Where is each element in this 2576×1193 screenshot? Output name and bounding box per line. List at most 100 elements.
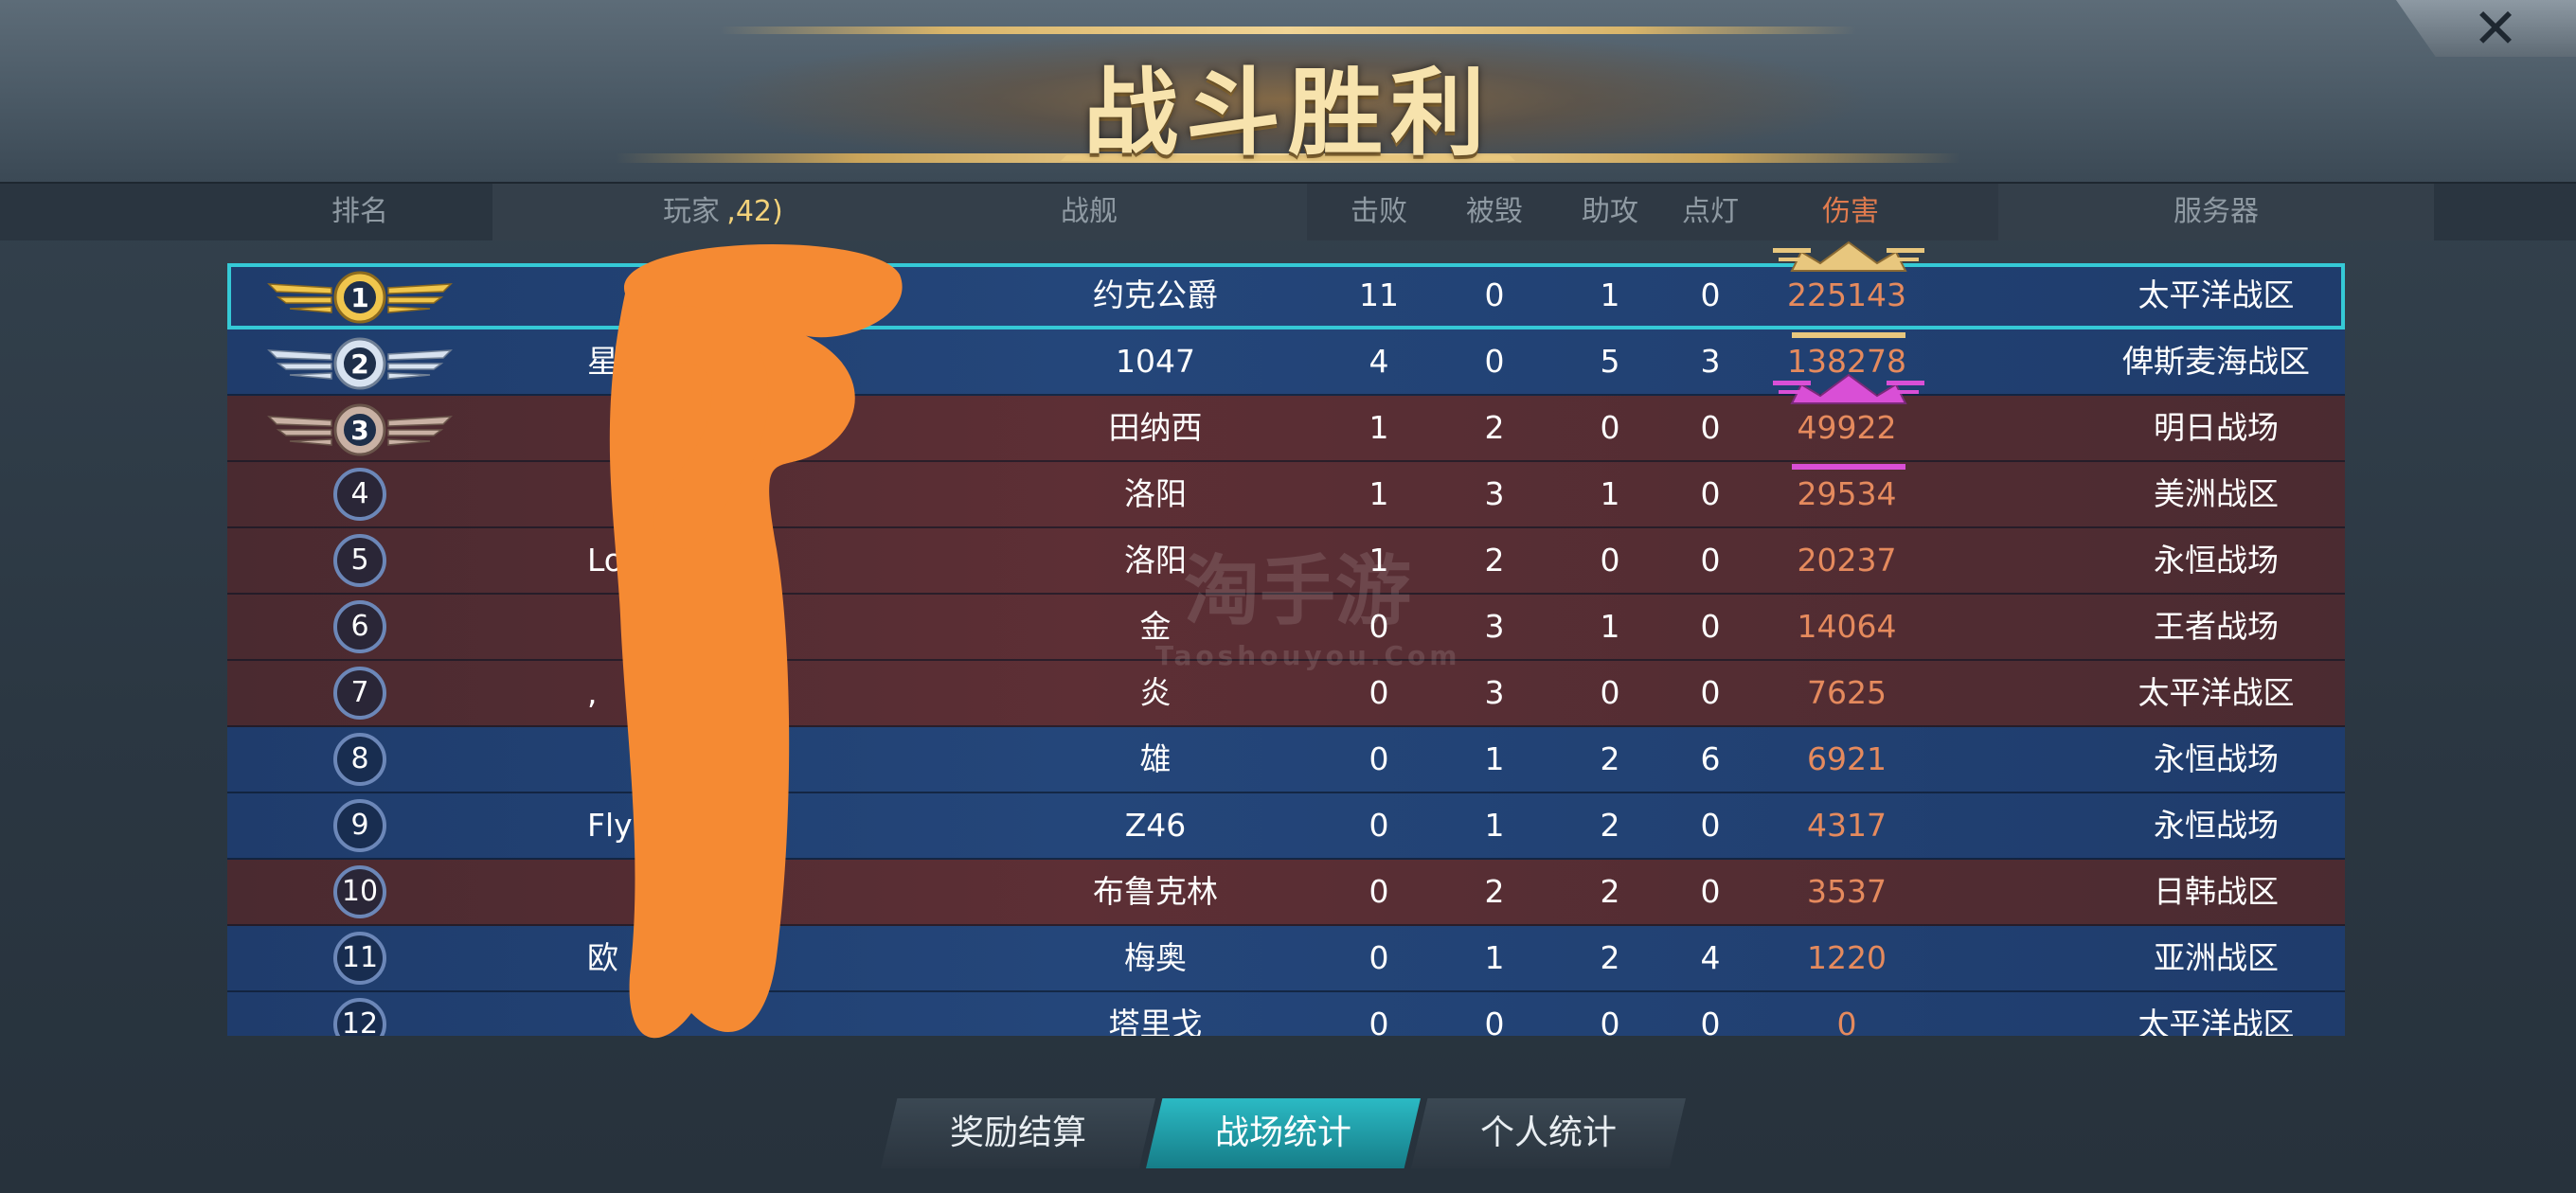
cell-spots: 0 <box>1700 608 1721 645</box>
cell-destroyed: 2 <box>1484 542 1505 579</box>
cell-damage: 14064 <box>1797 608 1897 645</box>
cell-spots: 0 <box>1700 873 1721 910</box>
cell-damage: 7625 <box>1807 674 1887 711</box>
rank-badge: 10 <box>333 865 386 918</box>
table-row[interactable]: 8 雄 0 1 2 6 6921 永恒战场 <box>227 727 2345 793</box>
cell-spots: 0 <box>1700 475 1721 512</box>
cell-spots: 4 <box>1700 939 1721 976</box>
cell-spots: 3 <box>1700 343 1721 380</box>
gold-trim-top <box>720 27 1856 34</box>
gold-wings-icon: 1 <box>267 271 453 324</box>
cell-assists: 2 <box>1600 939 1620 976</box>
cell-kills: 0 <box>1368 807 1389 844</box>
cell-player: Lor <box>587 542 636 579</box>
col-rank: 排名 <box>331 195 388 228</box>
table-row[interactable]: 9 Fly Z46 0 1 2 0 4317 永恒战场 <box>227 793 2345 860</box>
gold-crown-base <box>1792 332 1905 338</box>
close-icon[interactable]: ✕ <box>2462 0 2529 57</box>
rank-badge: 9 <box>333 799 386 852</box>
cell-destroyed: 1 <box>1484 939 1505 976</box>
cell-server: 美洲战区 <box>2154 475 2279 512</box>
rank-badge: 4 <box>333 468 386 521</box>
rank-badge: 12 <box>333 998 386 1036</box>
cell-server: 永恒战场 <box>2154 542 2279 579</box>
purple-crown-icon <box>1773 373 1924 404</box>
gold-crown-icon <box>1773 240 1924 272</box>
bottom-tab-bar: 奖励结算 战场统计 个人统计 <box>881 1098 1695 1172</box>
table-row[interactable]: 10 布鲁克林 0 2 2 0 3537 日韩战区 <box>227 860 2345 926</box>
cell-destroyed: 0 <box>1484 1006 1505 1036</box>
cell-spots: 0 <box>1700 409 1721 446</box>
cell-server: 俾斯麦海战区 <box>2122 343 2310 380</box>
cell-destroyed: 3 <box>1484 674 1505 711</box>
cell-player <box>587 263 871 328</box>
tab-battle-stats[interactable]: 战场统计 <box>1146 1098 1421 1168</box>
cell-assists: 2 <box>1600 740 1620 777</box>
cell-damage: 20237 <box>1797 542 1897 579</box>
cell-player <box>587 462 871 526</box>
cell-player: 星 <box>587 343 618 380</box>
cell-ship: 1047 <box>1116 343 1195 380</box>
cell-server: 王者战场 <box>2154 608 2279 645</box>
cell-spots: 0 <box>1700 276 1721 313</box>
cell-spots: 0 <box>1700 807 1721 844</box>
cell-spots: 6 <box>1700 740 1721 777</box>
cell-destroyed: 1 <box>1484 740 1505 777</box>
cell-server: 太平洋战区 <box>2138 1006 2295 1036</box>
cell-player: , <box>587 674 598 711</box>
cell-player <box>587 727 871 792</box>
rank-badge: 5 <box>333 534 386 587</box>
bronze-wings-icon: 3 <box>267 403 453 456</box>
cell-player <box>587 860 871 924</box>
table-row[interactable]: 3 田纳西 1 2 0 0 49922 明日战场 <box>227 396 2345 462</box>
col-destroyed: 被毁 <box>1466 195 1523 228</box>
cell-server: 明日战场 <box>2154 409 2279 446</box>
tab-rewards[interactable]: 奖励结算 <box>881 1098 1155 1168</box>
cell-damage: 6921 <box>1807 740 1887 777</box>
purple-crown-base <box>1792 464 1905 470</box>
rank-badge: 6 <box>333 600 386 653</box>
col-spots: 点灯 <box>1682 195 1739 228</box>
cell-assists: 2 <box>1600 873 1620 910</box>
cell-kills: 0 <box>1368 740 1389 777</box>
cell-server: 永恒战场 <box>2154 807 2279 844</box>
cell-assists: 0 <box>1600 542 1620 579</box>
cell-player: Fly <box>587 807 633 844</box>
cell-assists: 1 <box>1600 276 1620 313</box>
cell-assists: 0 <box>1600 1006 1620 1036</box>
rank-badge: 7 <box>333 667 386 720</box>
rank-number: 3 <box>350 415 368 446</box>
table-row[interactable]: 11 欧 梅奥 0 1 2 4 1220 亚洲战区 <box>227 926 2345 992</box>
cell-kills: 0 <box>1368 873 1389 910</box>
watermark: 淘手游 Taoshouyou.Com <box>1155 530 1461 671</box>
table-row[interactable]: 2 星 1047 4 0 5 3 138278 俾斯麦海战区 <box>227 329 2345 396</box>
cell-damage: 1220 <box>1807 939 1887 976</box>
cell-assists: 0 <box>1600 409 1620 446</box>
victory-header: 战斗胜利 <box>0 0 2576 182</box>
table-row[interactable]: 12 塔里戈 0 0 0 0 0 太平洋战区 <box>227 992 2345 1036</box>
cell-kills: 0 <box>1368 1006 1389 1036</box>
cell-server: 日韩战区 <box>2154 873 2279 910</box>
cell-assists: 1 <box>1600 475 1620 512</box>
silver-wings-icon: 2 <box>267 337 453 390</box>
table-row[interactable]: 4 洛阳 1 3 1 0 29534 美洲战区 <box>227 462 2345 528</box>
cell-server: 太平洋战区 <box>2138 674 2295 711</box>
cell-ship: 洛阳 <box>1124 475 1187 512</box>
cell-assists: 0 <box>1600 674 1620 711</box>
cell-ship: 塔里戈 <box>1108 1006 1203 1036</box>
table-row[interactable]: 1 约克公爵 11 0 1 0 225143 太平洋战区 <box>227 263 2345 329</box>
cell-destroyed: 0 <box>1484 276 1505 313</box>
cell-destroyed: 2 <box>1484 873 1505 910</box>
cell-assists: 1 <box>1600 608 1620 645</box>
tab-personal-stats[interactable]: 个人统计 <box>1411 1098 1686 1168</box>
cell-kills: 11 <box>1359 276 1399 313</box>
watermark-main: 淘手游 <box>1184 547 1411 635</box>
cell-ship: 布鲁克林 <box>1093 873 1218 910</box>
cell-player <box>587 992 871 1036</box>
cell-ship: 田纳西 <box>1108 409 1203 446</box>
watermark-sub: Taoshouyou.Com <box>1155 640 1461 671</box>
col-kills: 击败 <box>1351 195 1407 228</box>
cell-server: 太平洋战区 <box>2138 276 2295 313</box>
cell-spots: 0 <box>1700 542 1721 579</box>
col-assists: 助攻 <box>1582 195 1638 228</box>
